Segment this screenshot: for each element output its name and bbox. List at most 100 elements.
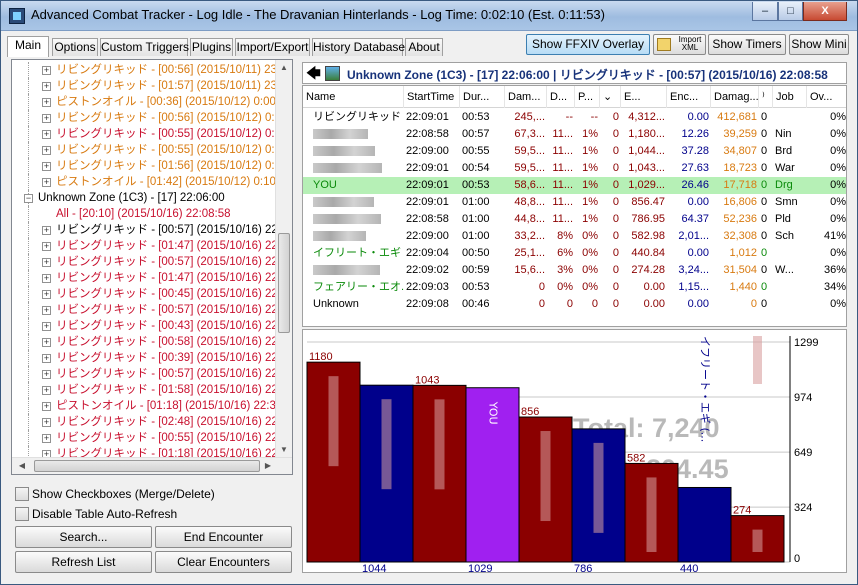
tree-item[interactable]: − Unknown Zone (1C3) - [17] 22:06:00 <box>12 190 292 206</box>
tree-item[interactable]: + リビングリキッド - [01:47] (2015/10/16) 22:15:2… <box>12 270 292 286</box>
tree-item[interactable]: + リビングリキッド - [00:57] (2015/10/16) 22:08:5… <box>12 222 292 238</box>
column-header[interactable]: ⁾ <box>759 86 773 108</box>
table-row[interactable]: フェアリー・エオ... 22:09:03 00:53 0 0% 0% 0 0.00 1,15..… <box>303 279 846 296</box>
tree-item[interactable]: + ピストンオイル - [01:18] (2015/10/16) 22:34:40 <box>12 398 292 414</box>
tree-item[interactable]: + リビングリキッド - [00:39] (2015/10/16) 22:29:0… <box>12 350 292 366</box>
tab-import-export[interactable]: Import/Export <box>235 38 310 56</box>
expand-icon[interactable]: + <box>42 306 51 315</box>
expand-icon[interactable]: + <box>42 338 51 347</box>
table-row[interactable]: 22:08:58 00:57 67,3... 11... 1% 0 1,180... 12.2… <box>303 126 846 143</box>
expand-icon[interactable]: + <box>42 98 51 107</box>
tab-options[interactable]: Options <box>52 38 98 56</box>
table-row[interactable]: 22:08:58 01:00 44,8... 11... 1% 0 786.95 64.37 5… <box>303 211 846 228</box>
scroll-down-icon[interactable]: ▼ <box>276 442 292 458</box>
refresh-list-button[interactable]: Refresh List <box>15 551 152 573</box>
tree-vertical-scrollbar[interactable]: ▲ ▼ <box>275 60 292 458</box>
close-button[interactable]: X <box>803 2 847 21</box>
expand-icon[interactable]: + <box>42 290 51 299</box>
disable-refresh-checkbox[interactable] <box>15 507 29 521</box>
picture-icon[interactable] <box>325 66 340 81</box>
tab-plugins[interactable]: Plugins <box>190 38 233 56</box>
column-header[interactable]: Job <box>773 86 807 108</box>
tree-item[interactable]: All - [20:10] (2015/10/16) 22:08:58 <box>12 206 292 222</box>
column-header[interactable]: Damag... <box>711 86 759 108</box>
end-encounter-button[interactable]: End Encounter <box>155 526 292 548</box>
table-row[interactable]: 22:09:01 00:54 59,5... 11... 1% 0 1,043... 27.6… <box>303 160 846 177</box>
table-row[interactable]: 22:09:00 01:00 33,2... 8% 0% 0 582.98 2,01... 32… <box>303 228 846 245</box>
tree-item[interactable]: + リビングリキッド - [00:56] (2015/10/11) 23:57:3… <box>12 62 292 78</box>
expand-icon[interactable]: + <box>42 146 51 155</box>
column-header[interactable]: Ov... <box>807 86 846 108</box>
table-row[interactable]: 22:09:02 00:59 15,6... 3% 0% 0 274.28 3,24... 31… <box>303 262 846 279</box>
show-ffxiv-overlay-button[interactable]: Show FFXIV Overlay <box>526 34 650 55</box>
column-header[interactable]: Dur... <box>460 86 505 108</box>
table-row[interactable]: Unknown 22:09:08 00:46 0 0 0 0 0.00 0.00 0 0 0% <box>303 296 846 313</box>
clear-encounters-button[interactable]: Clear Encounters <box>155 551 292 573</box>
tree-item[interactable]: + リビングリキッド - [00:45] (2015/10/16) 22:20:0… <box>12 286 292 302</box>
expand-icon[interactable]: + <box>42 322 51 331</box>
column-header[interactable]: ⌄ <box>600 86 621 108</box>
column-header[interactable]: Name <box>303 86 404 108</box>
column-header[interactable]: E... <box>621 86 667 108</box>
encounter-tree[interactable]: + リビングリキッド - [00:56] (2015/10/11) 23:57:3… <box>12 60 292 458</box>
tree-item[interactable]: + ピストンオイル - [00:36] (2015/10/12) 0:00:43 <box>12 94 292 110</box>
collapse-icon[interactable]: − <box>24 194 33 203</box>
tab-about[interactable]: About <box>405 38 443 56</box>
expand-icon[interactable]: + <box>42 258 51 267</box>
tree-item[interactable]: + リビングリキッド - [01:57] (2015/10/11) 23:58:3… <box>12 78 292 94</box>
tree-item[interactable]: + リビングリキッド - [00:57] (2015/10/16) 22:24:1… <box>12 302 292 318</box>
show-checkboxes-checkbox[interactable] <box>15 487 29 501</box>
expand-icon[interactable]: + <box>42 354 51 363</box>
tab-history-database[interactable]: History Database <box>312 38 405 56</box>
column-header[interactable]: Enc... <box>667 86 711 108</box>
column-header[interactable]: StartTime <box>404 86 460 108</box>
column-header[interactable]: P... <box>575 86 600 108</box>
tree-item[interactable]: + リビングリキッド - [00:56] (2015/10/12) 0:04:19 <box>12 110 292 126</box>
expand-icon[interactable]: + <box>42 178 51 187</box>
tree-item[interactable]: + ピストンオイル - [01:42] (2015/10/12) 0:10:35 <box>12 174 292 190</box>
tab-main[interactable]: Main <box>7 36 49 57</box>
tree-item[interactable]: + リビングリキッド - [00:55] (2015/10/12) 0:05:21 <box>12 126 292 142</box>
expand-icon[interactable]: + <box>42 114 51 123</box>
tree-scroll-thumb[interactable] <box>278 233 290 333</box>
title-bar[interactable]: Advanced Combat Tracker - Log Idle - The… <box>1 1 857 31</box>
combatant-table[interactable]: Name StartTime Dur... Dam... D... P... ⌄ E... En… <box>302 85 847 327</box>
search-button[interactable]: Search... <box>15 526 152 548</box>
table-row[interactable]: 22:09:01 01:00 48,8... 11... 1% 0 856.47 0.00 16… <box>303 194 846 211</box>
tree-item[interactable]: + リビングリキッド - [00:55] (2015/10/16) 22:43:2… <box>12 430 292 446</box>
tree-item[interactable]: + リビングリキッド - [00:57] (2015/10/16) 22:14:2… <box>12 254 292 270</box>
scroll-right-icon[interactable]: ▶ <box>260 458 276 474</box>
expand-icon[interactable]: + <box>42 162 51 171</box>
back-arrow-icon[interactable]: 🡄 <box>306 66 321 81</box>
table-row[interactable]: イフリート・エギ (...22:09:04 00:50 25,1... 6% 0% 0 44… <box>303 245 846 262</box>
import-xml-button[interactable]: Import XML <box>653 34 706 55</box>
scroll-left-icon[interactable]: ◀ <box>14 458 30 474</box>
maximize-button[interactable]: □ <box>778 2 803 21</box>
expand-icon[interactable]: + <box>42 130 51 139</box>
expand-icon[interactable]: + <box>42 226 51 235</box>
tree-item[interactable]: + リビングリキッド - [01:58] (2015/10/16) 22:32:3… <box>12 382 292 398</box>
tree-horizontal-scrollbar[interactable]: ◀ ▶ <box>12 457 292 474</box>
minimize-button[interactable]: – <box>752 2 778 21</box>
tree-item[interactable]: + リビングリキッド - [01:47] (2015/10/16) 22:10:0… <box>12 238 292 254</box>
column-header[interactable]: D... <box>547 86 575 108</box>
table-row[interactable]: 22:09:00 00:55 59,5... 11... 1% 0 1,044... 37.2… <box>303 143 846 160</box>
expand-icon[interactable]: + <box>42 242 51 251</box>
show-timers-button[interactable]: Show Timers <box>708 34 786 55</box>
tab-custom-triggers[interactable]: Custom Triggers <box>100 38 189 56</box>
tree-item[interactable]: + リビングリキッド - [02:48] (2015/10/16) 22:37:5… <box>12 414 292 430</box>
column-header[interactable]: Dam... <box>505 86 547 108</box>
expand-icon[interactable]: + <box>42 386 51 395</box>
tree-item[interactable]: + リビングリキッド - [00:58] (2015/10/16) 22:28:0… <box>12 334 292 350</box>
tree-item[interactable]: + リビングリキッド - [00:57] (2015/10/16) 22:31:2… <box>12 366 292 382</box>
show-mini-button[interactable]: Show Mini <box>789 34 849 55</box>
table-row[interactable]: YOU 22:09:01 00:53 58,6... 11... 1% 0 1,029... 2… <box>303 177 846 194</box>
tree-item[interactable]: + リビングリキッド - [00:43] (2015/10/16) 22:25:1… <box>12 318 292 334</box>
expand-icon[interactable]: + <box>42 66 51 75</box>
expand-icon[interactable]: + <box>42 418 51 427</box>
table-row[interactable]: リビングリキッド 22:09:01 00:53 245,... -- -- 0 4,312..… <box>303 109 846 126</box>
expand-icon[interactable]: + <box>42 274 51 283</box>
expand-icon[interactable]: + <box>42 370 51 379</box>
expand-icon[interactable]: + <box>42 82 51 91</box>
tree-item[interactable]: + リビングリキッド - [00:55] (2015/10/12) 0:07:27 <box>12 142 292 158</box>
